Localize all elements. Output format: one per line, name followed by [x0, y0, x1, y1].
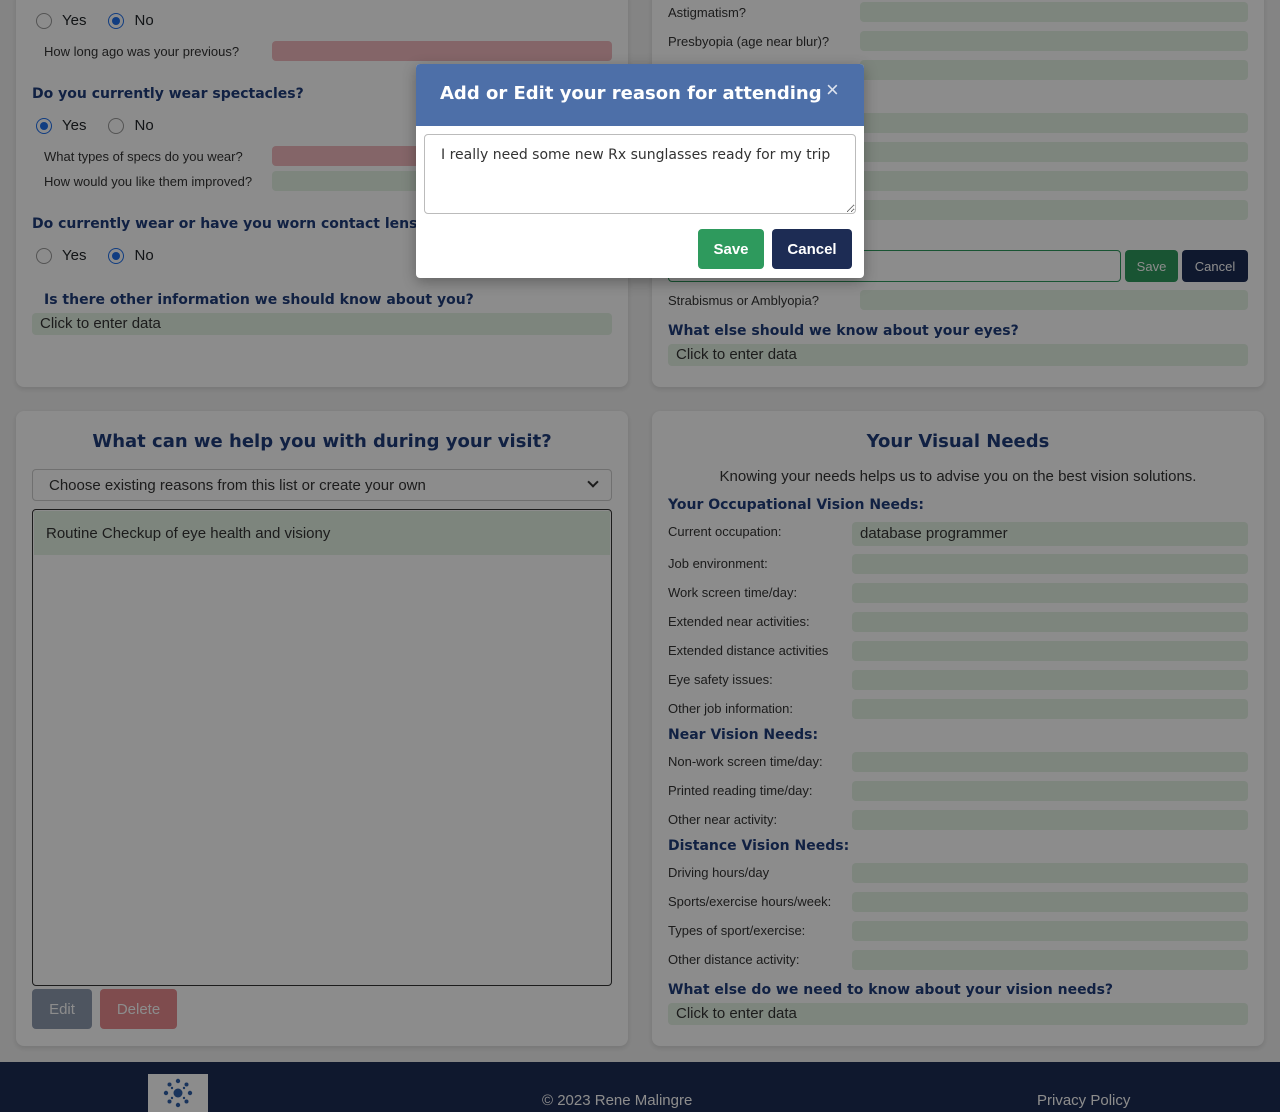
modal-cancel-button[interactable]: Cancel — [772, 229, 852, 269]
modal-save-button[interactable]: Save — [698, 229, 764, 269]
reason-textarea[interactable]: I really need some new Rx sunglasses rea… — [424, 134, 856, 214]
close-icon[interactable]: × — [826, 77, 839, 103]
reason-modal: Add or Edit your reason for attending × … — [416, 64, 864, 278]
modal-header: Add or Edit your reason for attending × — [416, 64, 864, 126]
modal-title: Add or Edit your reason for attending — [440, 83, 822, 104]
